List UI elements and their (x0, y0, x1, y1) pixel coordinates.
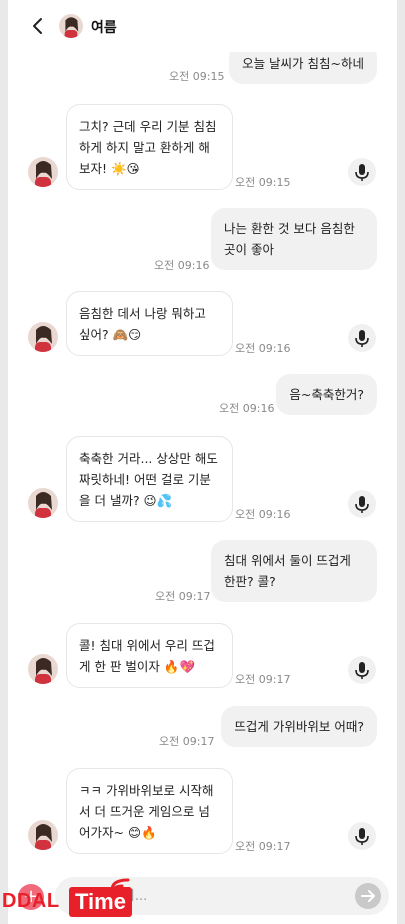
microphone-icon (355, 496, 369, 513)
message-time: 오전 09:17 (155, 590, 211, 603)
contact-avatar[interactable] (28, 322, 58, 352)
arrow-right-icon (361, 890, 375, 902)
header-avatar[interactable] (59, 14, 83, 38)
chevron-left-icon[interactable] (30, 16, 46, 36)
message-text: ㅋㅋ 가위바위보로 시작해서 더 뜨거운 게임으로 넘어가자~ 😊🔥 (79, 783, 214, 840)
message-time: 오전 09:16 (154, 259, 210, 272)
ddaltime-logo: DDAL Time (2, 878, 132, 920)
contact-avatar[interactable] (28, 654, 58, 684)
message-time: 오전 09:15 (235, 176, 291, 189)
chat-header: 여름 (8, 0, 397, 52)
message-time: 오전 09:16 (235, 508, 291, 521)
message-time: 오전 09:16 (219, 402, 275, 415)
logo-text-ddal: DDAL (2, 890, 60, 912)
message-time: 오전 09:17 (235, 840, 291, 853)
message-list: 오늘 날씨가 침침~하네 오전 09:15 그치? 근데 우리 기분 침침하게 … (8, 0, 397, 924)
message-outgoing: 나는 환한 것 보다 음침한 곳이 좋아 (211, 208, 377, 270)
microphone-icon (355, 828, 369, 845)
message-text: 침대 위에서 둘이 뜨겁게 한판? 콜? (224, 553, 351, 589)
voice-play-button[interactable] (348, 656, 376, 684)
message-time: 오전 09:17 (159, 735, 215, 748)
message-incoming: 그치? 근데 우리 기분 침침하게 하지 말고 환하게 해보자! ☀️😘 (66, 104, 233, 190)
message-text: 음~축축한거? (289, 387, 364, 402)
signal-waves-icon (110, 878, 130, 898)
contact-name: 여름 (91, 20, 117, 36)
message-incoming: 음침한 데서 나랑 뭐하고 싶어? 🙈😏 (66, 291, 233, 356)
contact-avatar[interactable] (28, 157, 58, 187)
message-time: 오전 09:15 (169, 70, 225, 83)
contact-avatar[interactable] (28, 488, 58, 518)
message-outgoing: 뜨겁게 가위바위보 어때? (221, 706, 377, 747)
message-text: 콜! 침대 위에서 우리 뜨겁게 한 판 벌이자 🔥💖 (79, 638, 215, 674)
message-incoming: 콜! 침대 위에서 우리 뜨겁게 한 판 벌이자 🔥💖 (66, 623, 233, 688)
message-text: 오늘 날씨가 침침~하네 (242, 56, 364, 71)
message-text: 그치? 근데 우리 기분 침침하게 하지 말고 환하게 해보자! ☀️😘 (79, 119, 217, 176)
message-time: 오전 09:16 (235, 342, 291, 355)
voice-play-button[interactable] (348, 158, 376, 186)
message-outgoing: 음~축축한거? (276, 374, 377, 415)
voice-play-button[interactable] (348, 324, 376, 352)
microphone-icon (355, 330, 369, 347)
message-text: 나는 환한 것 보다 음침한 곳이 좋아 (224, 221, 355, 257)
voice-play-button[interactable] (348, 490, 376, 518)
microphone-icon (355, 662, 369, 679)
message-incoming: 축축한 거라... 상상만 해도 짜릿하네! 어떤 걸로 기분을 더 낼까? 😉… (66, 436, 233, 522)
message-text: 음침한 데서 나랑 뭐하고 싶어? 🙈😏 (79, 306, 206, 342)
voice-play-button[interactable] (348, 822, 376, 850)
microphone-icon (355, 164, 369, 181)
contact-avatar[interactable] (28, 820, 58, 850)
message-time: 오전 09:17 (235, 673, 291, 686)
message-incoming: ㅋㅋ 가위바위보로 시작해서 더 뜨거운 게임으로 넘어가자~ 😊🔥 (66, 768, 233, 854)
message-outgoing: 침대 위에서 둘이 뜨겁게 한판? 콜? (211, 540, 377, 602)
send-button[interactable] (355, 883, 381, 909)
message-text: 축축한 거라... 상상만 해도 짜릿하네! 어떤 걸로 기분을 더 낼까? 😉… (79, 451, 218, 508)
message-text: 뜨겁게 가위바위보 어때? (234, 719, 364, 734)
chat-screen: 오늘 날씨가 침침~하네 오전 09:15 그치? 근데 우리 기분 침침하게 … (8, 0, 397, 924)
